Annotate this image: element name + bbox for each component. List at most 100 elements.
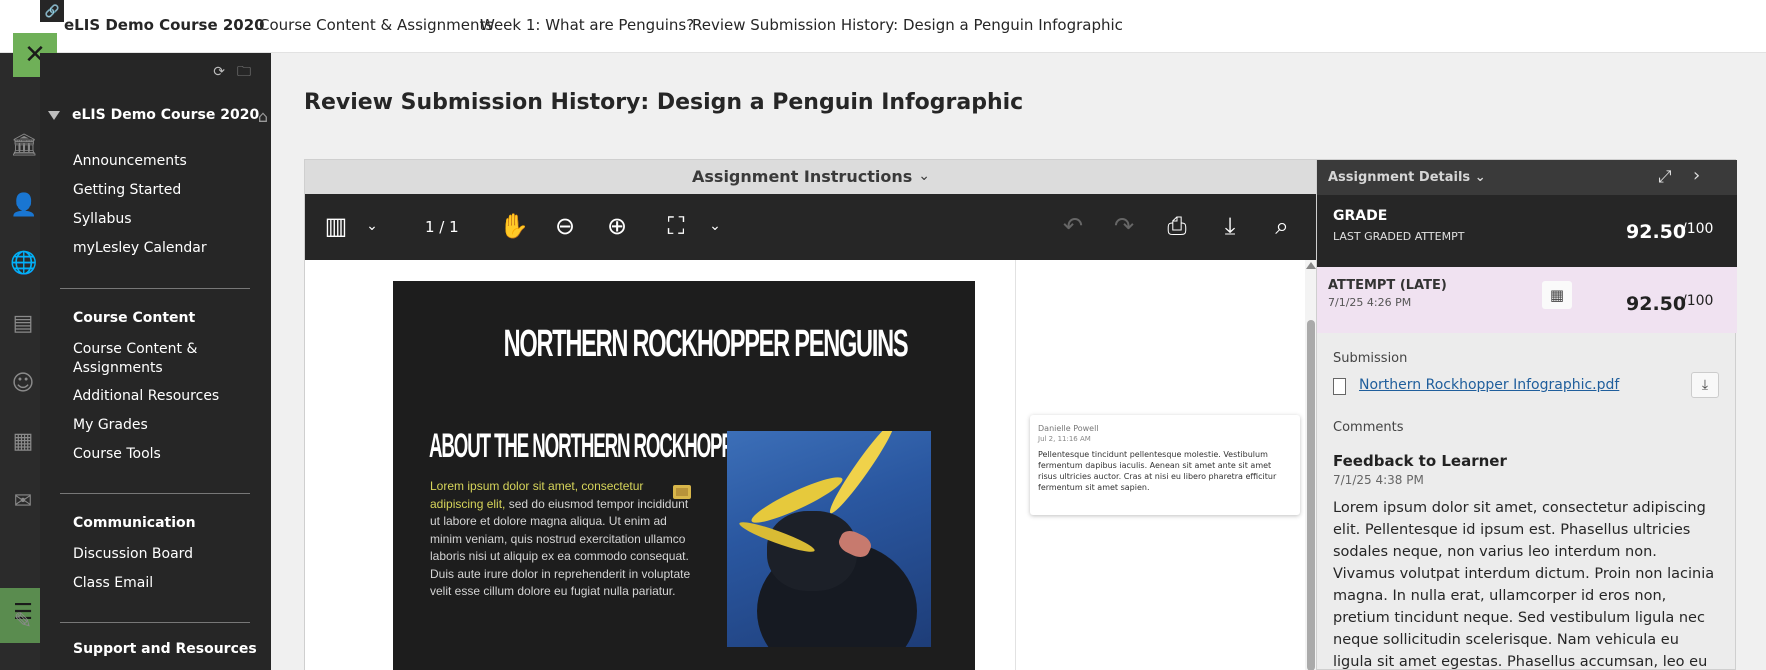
course-menu: ⟳🗀 eLIS Demo Course 2020 ⌂ Announcements… — [40, 53, 271, 670]
fit-page-icon[interactable]: ⛶ — [661, 212, 691, 240]
scroll-thumb[interactable] — [1307, 320, 1315, 670]
details-dropdown[interactable]: Assignment Details ⌄ — [1328, 170, 1486, 185]
redo-icon[interactable]: ↷ — [1109, 212, 1139, 240]
grade-value: 92.50 — [1626, 221, 1687, 243]
comment-date: Jul 2, 11:16 AM — [1038, 435, 1091, 443]
menu-item-course-content-assignments[interactable]: Course Content & Assignments — [73, 340, 223, 378]
calendar-icon[interactable]: ▦ — [10, 429, 36, 455]
grade-label: GRADE — [1333, 208, 1388, 224]
groups-icon[interactable]: ☺ — [10, 371, 36, 397]
zoom-out-icon[interactable]: ⊖ — [550, 212, 580, 240]
search-icon[interactable]: ⌕ — [1267, 212, 1297, 240]
grade-max: /100 — [1682, 221, 1714, 237]
chevron-down-icon[interactable]: ⌄ — [357, 212, 387, 240]
globe-icon[interactable]: 🌐 — [10, 251, 37, 277]
comments-label: Comments — [1333, 420, 1404, 435]
poster-title: NORTHERN ROCKHOPPER PENGUINS — [503, 323, 909, 365]
menu-divider — [60, 288, 250, 289]
menu-section-course-content[interactable]: Course Content — [73, 310, 195, 326]
poster-body-text: Lorem ipsum dolor sit amet, consectetur … — [430, 478, 692, 601]
attempt-label: ATTEMPT (LATE) — [1328, 278, 1447, 293]
grade-sub-label: LAST GRADED ATTEMPT — [1333, 230, 1465, 243]
link-icon[interactable]: 🔗 — [40, 0, 64, 22]
menu-divider — [60, 493, 250, 494]
expand-icon[interactable]: ⤢ — [1658, 167, 1672, 187]
menu-tools: ⟳🗀 — [213, 61, 263, 85]
details-header-label[interactable]: Assignment Details — [1328, 170, 1470, 185]
menu-item-course-tools[interactable]: Course Tools — [73, 445, 161, 464]
messages-icon[interactable]: ✉ — [10, 489, 36, 515]
details-header: Assignment Details ⌄ ⤢ › — [1317, 160, 1737, 195]
infographic-page: NORTHERN ROCKHOPPER PENGUINS ABOUT THE N… — [393, 281, 975, 670]
menu-section-communication[interactable]: Communication — [73, 515, 196, 531]
attempt-row[interactable]: ATTEMPT (LATE) 7/1/25 4:26 PM ▦ 92.50 /1… — [1317, 267, 1737, 333]
breadcrumb-course[interactable]: eLIS Demo Course 2020 — [64, 16, 265, 34]
scroll-up-icon[interactable] — [1306, 262, 1316, 269]
page-indicator: 1 / 1 — [425, 218, 459, 236]
file-icon — [1333, 378, 1346, 395]
activity-stream-icon[interactable]: ▤ — [10, 311, 36, 337]
menu-item-mylesley-calendar[interactable]: myLesley Calendar — [73, 239, 207, 258]
submission-label: Submission — [1333, 351, 1408, 366]
course-menu-header[interactable]: eLIS Demo Course 2020 ⌂ — [48, 107, 268, 129]
attempt-grade-value: 92.50 — [1626, 293, 1687, 315]
menu-section-support[interactable]: Support and Resources — [73, 641, 257, 657]
grade-summary: GRADE LAST GRADED ATTEMPT 92.50 /100 — [1317, 195, 1737, 267]
profile-icon[interactable]: 👤 — [10, 193, 37, 219]
photo-crest — [824, 431, 900, 518]
app-window: 🔗 eLIS Demo Course 2020 Course Content &… — [0, 0, 1766, 670]
breadcrumb-bar: 🔗 eLIS Demo Course 2020 Course Content &… — [0, 0, 1766, 53]
home-icon[interactable]: ⌂ — [258, 107, 268, 126]
breadcrumb-current-page: Review Submission History: Design a Peng… — [692, 16, 1123, 34]
feedback-date: 7/1/25 4:38 PM — [1333, 473, 1424, 487]
print-icon[interactable]: ⎙ — [1162, 212, 1192, 240]
folder-icon[interactable]: 🗀 — [237, 64, 263, 80]
collapse-arrow-icon[interactable] — [48, 111, 60, 120]
assignment-details-panel: Assignment Details ⌄ ⤢ › GRADE LAST GRAD… — [1316, 159, 1737, 670]
document-page-area[interactable]: NORTHERN ROCKHOPPER PENGUINS ABOUT THE N… — [305, 260, 1317, 670]
menu-divider — [60, 622, 250, 623]
download-icon: ⤓ — [1701, 377, 1709, 393]
chevron-down-icon[interactable]: ⌄ — [1475, 170, 1486, 185]
undo-icon[interactable]: ↶ — [1058, 212, 1088, 240]
refresh-icon[interactable]: ⟳ — [213, 64, 237, 80]
submission-file-link[interactable]: Northern Rockhopper Infographic.pdf — [1359, 377, 1619, 393]
menu-item-announcements[interactable]: Announcements — [73, 152, 187, 171]
document-viewer: Assignment Instructions ⌄ ▥ ⌄ 1 / 1 ✋ ⊖ ⊕… — [304, 159, 1317, 670]
feedback-title: Feedback to Learner — [1333, 452, 1507, 470]
feedback-text: Lorem ipsum dolor sit amet, consectetur … — [1333, 500, 1715, 670]
penguin-photo — [727, 431, 931, 647]
page-title: Review Submission History: Design a Peng… — [304, 90, 1024, 115]
download-submission-button[interactable]: ⤓ — [1691, 372, 1719, 398]
breadcrumb-course-content[interactable]: Course Content & Assignments — [259, 16, 493, 34]
menu-item-syllabus[interactable]: Syllabus — [73, 210, 132, 229]
chevron-right-icon[interactable]: › — [1693, 165, 1700, 186]
menu-item-additional-resources[interactable]: Additional Resources — [73, 387, 219, 406]
sidebar-toggle-icon[interactable]: ▥ — [321, 212, 351, 240]
viewer-toolbar: ▥ ⌄ 1 / 1 ✋ ⊖ ⊕ ⛶ ⌄ ↶ ↷ ⎙ ⤓ ⌕ — [305, 194, 1317, 260]
annotation-note-icon[interactable] — [673, 485, 691, 499]
course-menu-title[interactable]: eLIS Demo Course 2020 — [72, 107, 259, 123]
attempt-grade-max: /100 — [1682, 293, 1714, 309]
grades-icon[interactable]: ✎ — [10, 609, 36, 635]
comment-text: Pellentesque tincidunt pellentesque mole… — [1038, 450, 1277, 492]
instructions-toggle[interactable]: Assignment Instructions ⌄ — [305, 160, 1317, 194]
menu-item-discussion-board[interactable]: Discussion Board — [73, 545, 193, 564]
zoom-in-icon[interactable]: ⊕ — [602, 212, 632, 240]
chevron-down-icon[interactable]: ⌄ — [700, 212, 730, 240]
breadcrumb-week-1[interactable]: Week 1: What are Penguins? — [480, 16, 694, 34]
chevron-down-icon[interactable]: ⌄ — [918, 168, 930, 184]
poster-body: sed do eiusmod tempor incididunt ut labo… — [430, 496, 691, 599]
menu-item-class-email[interactable]: Class Email — [73, 574, 153, 593]
instructions-label[interactable]: Assignment Instructions — [692, 167, 912, 186]
attempt-date: 7/1/25 4:26 PM — [1328, 296, 1412, 309]
menu-item-getting-started[interactable]: Getting Started — [73, 181, 181, 200]
annotation-comment-card[interactable]: Danielle Powell Jul 2, 11:16 AM Pellente… — [1030, 415, 1300, 515]
institution-icon[interactable]: 🏛 — [10, 133, 38, 159]
rubric-grid-icon[interactable]: ▦ — [1542, 281, 1572, 309]
pan-hand-icon[interactable]: ✋ — [499, 212, 529, 240]
poster-subtitle: ABOUT THE NORTHERN ROCKHOPPER — [429, 427, 758, 465]
menu-item-my-grades[interactable]: My Grades — [73, 416, 148, 435]
margin-divider — [1015, 260, 1016, 670]
download-icon[interactable]: ⤓ — [1215, 212, 1245, 240]
